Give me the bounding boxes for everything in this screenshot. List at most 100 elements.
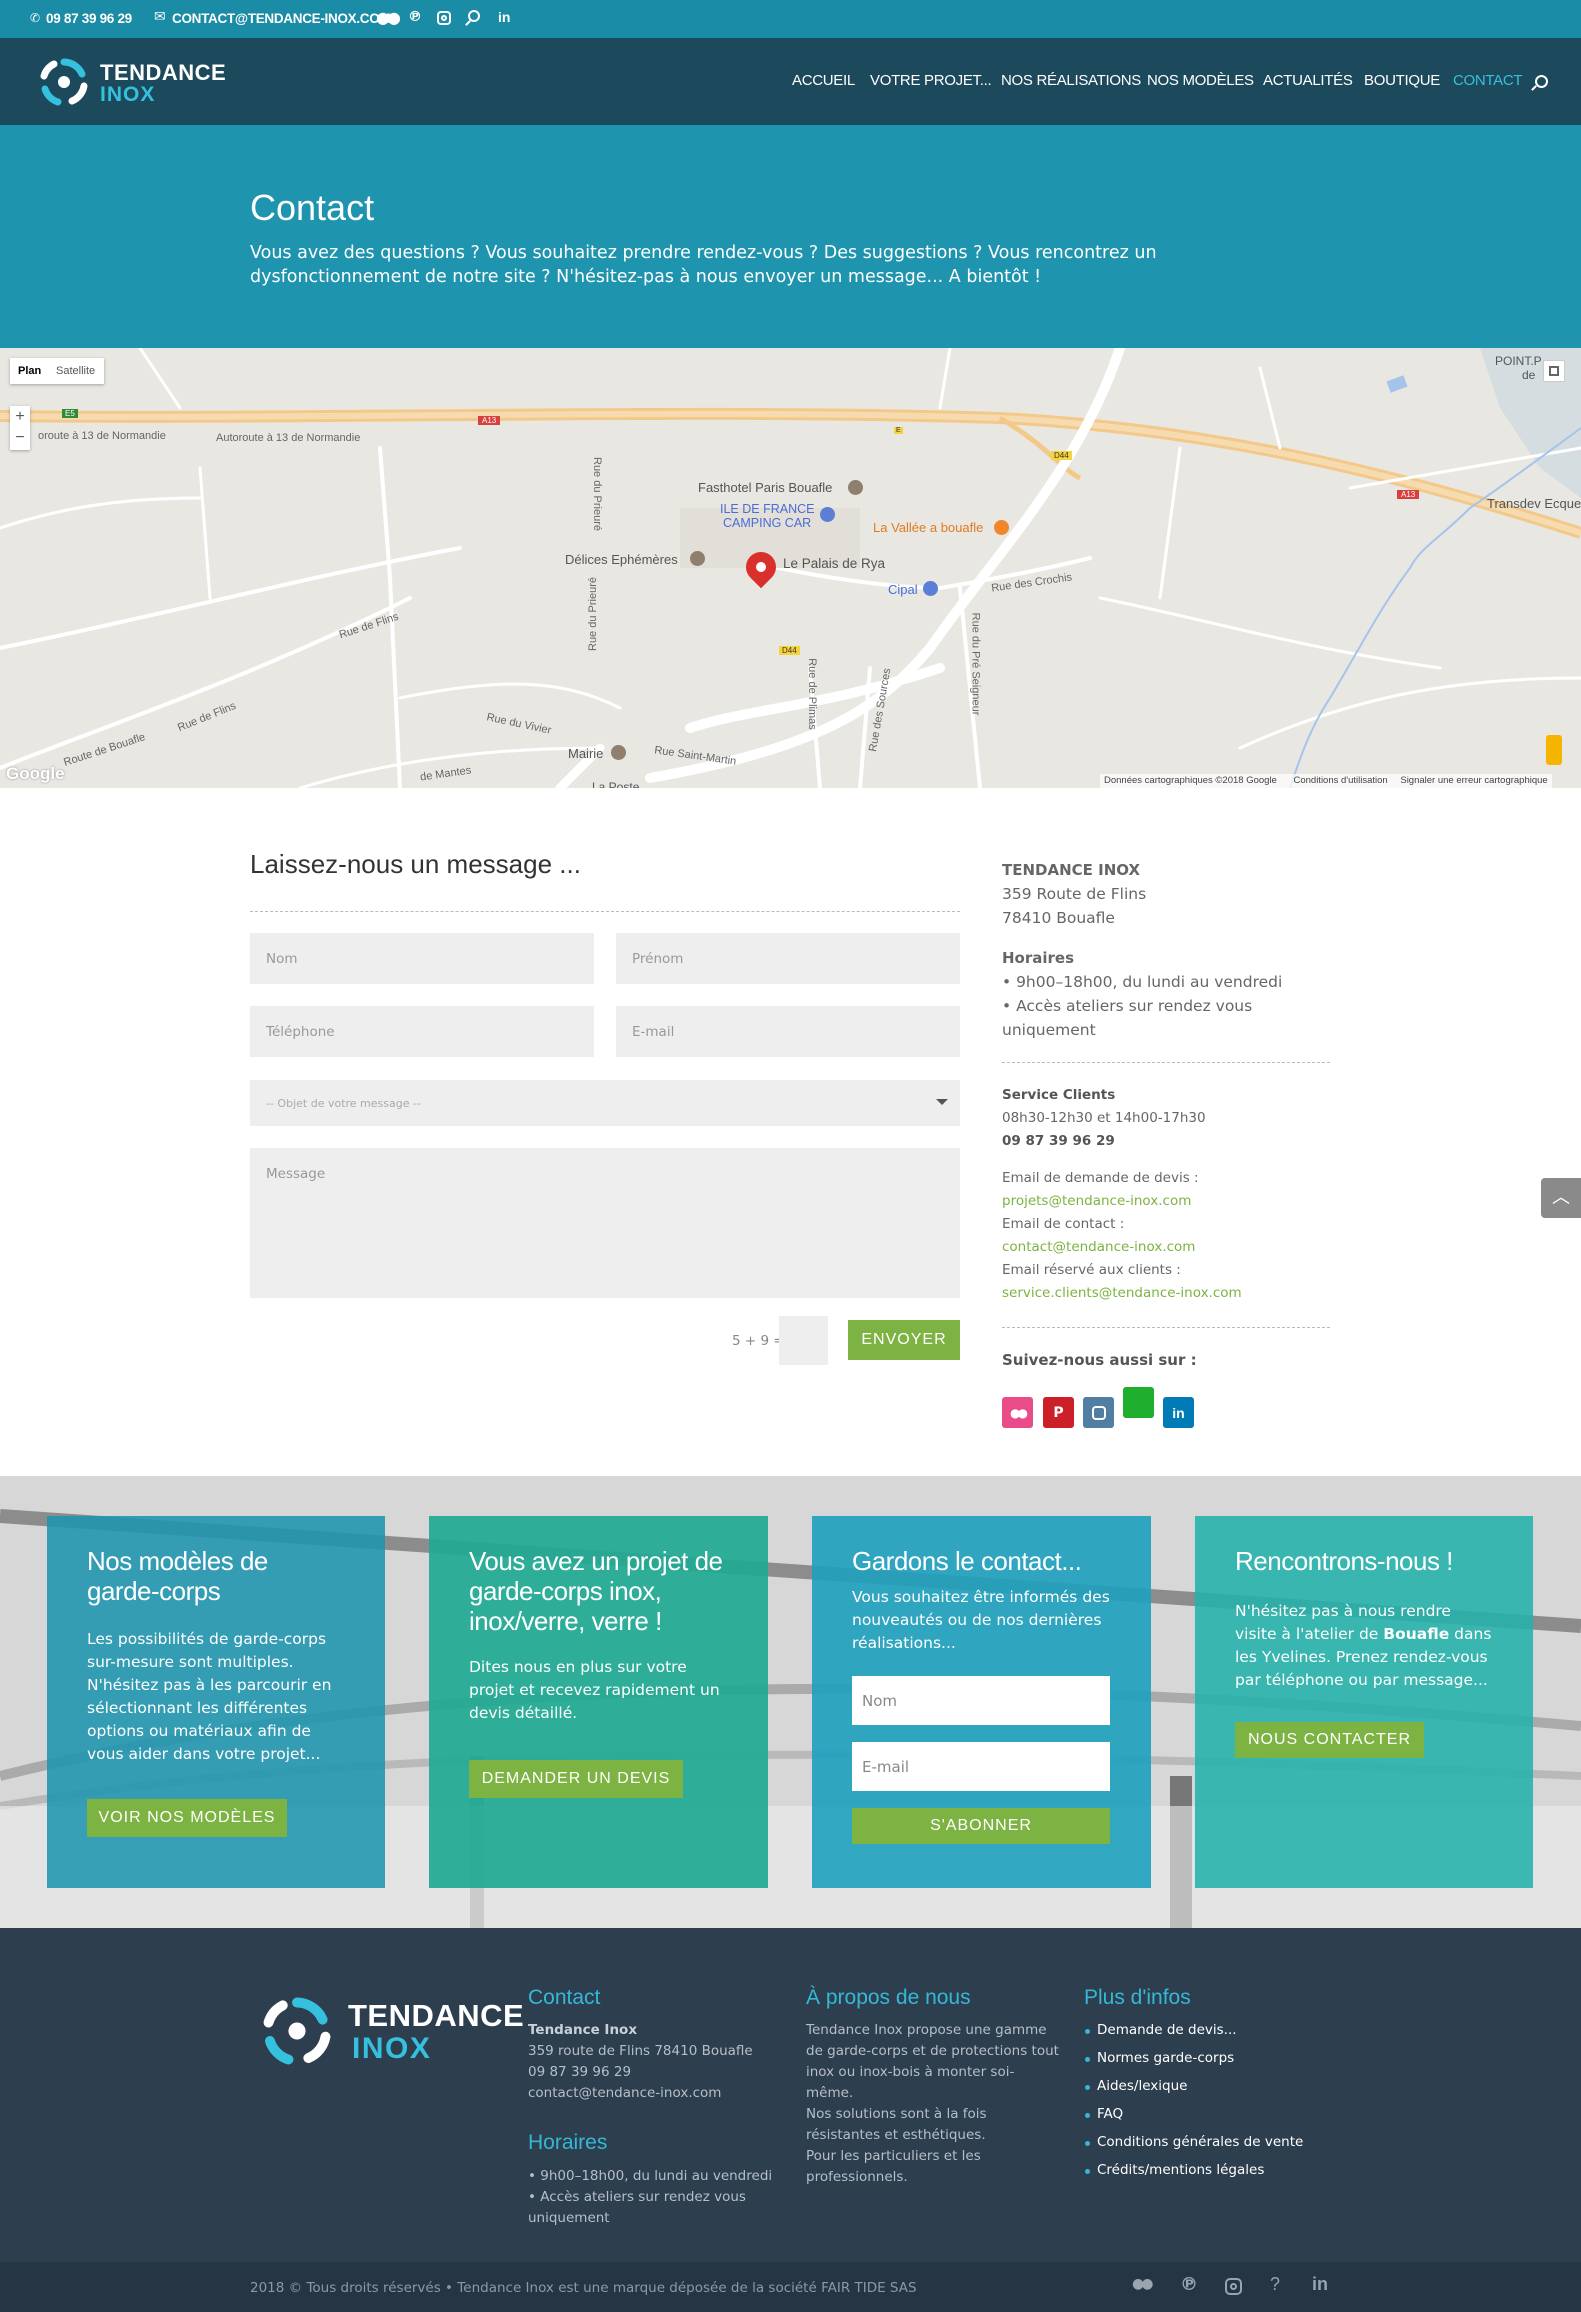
- topbar-email[interactable]: CONTACT@TENDANCE-INOX.COM: [172, 11, 391, 26]
- request-quote-button[interactable]: DEMANDER UN DEVIS: [469, 1760, 683, 1798]
- instagram-icon[interactable]: [437, 11, 451, 25]
- poi-ile-de-france[interactable]: ILE DE FRANCE: [720, 502, 814, 516]
- road-shield: D44: [1051, 451, 1072, 460]
- newsletter-name-input[interactable]: Nom: [852, 1676, 1110, 1725]
- site-logo[interactable]: TENDANCE INOX: [38, 56, 226, 112]
- linkedin-icon[interactable]: in: [498, 9, 510, 25]
- devis-email-link[interactable]: projets@tendance-inox.com: [1002, 1190, 1191, 1213]
- map-report-link[interactable]: Signaler une erreur cartographique: [1400, 775, 1547, 786]
- poi-delices[interactable]: Délices Ephémères: [565, 552, 678, 567]
- subject-select-value: -- Objet de votre message --: [266, 1096, 421, 1110]
- linkedin-icon[interactable]: in: [1312, 2274, 1328, 2295]
- help-icon[interactable]: ?: [1270, 2274, 1280, 2295]
- bottom-bar: 2018 © Tous droits réservés • Tendance I…: [0, 2262, 1581, 2312]
- contact-email-link[interactable]: contact@tendance-inox.com: [1002, 1236, 1195, 1259]
- cta-section: Nos modèles de garde-corps Les possibili…: [0, 1476, 1581, 1928]
- view-models-button[interactable]: VOIR NOS MODÈLES: [87, 1799, 287, 1837]
- footer-link-credits[interactable]: Crédits/mentions légales: [1084, 2162, 1264, 2178]
- poi-camping-car: CAMPING CAR: [723, 516, 812, 530]
- pinterest-icon[interactable]: ℗: [408, 9, 422, 25]
- nav-nos-realisations[interactable]: NOS RÉALISATIONS: [1001, 72, 1141, 89]
- poi-palais-de-rya[interactable]: Le Palais de Rya: [783, 556, 885, 571]
- road-shield: A13: [478, 416, 501, 425]
- street-view-pegman-icon[interactable]: [1546, 735, 1562, 765]
- google-logo[interactable]: Google: [6, 764, 65, 784]
- map-type-plan[interactable]: Plan: [18, 365, 41, 377]
- form-title: Laissez-nous un message ...: [250, 849, 581, 879]
- footer-link-faq[interactable]: FAQ: [1084, 2106, 1123, 2122]
- footer-logo-tendance: TENDANCE: [348, 1998, 525, 2033]
- contact-us-button[interactable]: NOUS CONTACTER: [1235, 1722, 1424, 1758]
- nav-votre-projet[interactable]: VOTRE PROJET...: [870, 72, 992, 89]
- nav-nos-modeles[interactable]: NOS MODÈLES: [1147, 72, 1254, 89]
- map-zoom-in[interactable]: +: [10, 406, 30, 428]
- nav-actualites[interactable]: ACTUALITÉS: [1263, 72, 1353, 89]
- footer-link-devis[interactable]: Demande de devis...: [1085, 2022, 1237, 2038]
- copyright-text: 2018 © Tous droits réservés • Tendance I…: [250, 2280, 917, 2296]
- poi-vallee[interactable]: La Vallée a bouafle: [873, 520, 983, 535]
- footer-hours-line: • Accès ateliers sur rendez vous: [528, 2189, 746, 2205]
- map-data-credit: Données cartographiques ©2018 Google: [1104, 775, 1277, 786]
- footer-link-cgv[interactable]: Conditions générales de vente: [1084, 2134, 1303, 2150]
- hours-line: • Accès ateliers sur rendez vous: [1002, 997, 1253, 1015]
- site-header: TENDANCE INOX ACCUEIL VOTRE PROJET... NO…: [0, 38, 1581, 125]
- company-name: TENDANCE INOX: [1002, 861, 1141, 879]
- map-terms-link[interactable]: Conditions d'utilisation: [1293, 775, 1387, 786]
- footer-link-aides[interactable]: Aides/lexique: [1084, 2078, 1187, 2094]
- follow-title: Suivez-nous aussi sur :: [1002, 1351, 1197, 1369]
- search-icon[interactable]: [465, 10, 480, 26]
- subscribe-button[interactable]: S'ABONNER: [852, 1808, 1110, 1844]
- topbar-phone[interactable]: 09 87 39 96 29: [46, 11, 132, 26]
- footer-contact-email[interactable]: contact@tendance-inox.com: [528, 2083, 721, 2104]
- nav-contact[interactable]: CONTACT: [1453, 72, 1523, 89]
- road-shield: D44: [779, 646, 800, 655]
- poi-mairie[interactable]: Mairie: [568, 746, 603, 761]
- pinterest-icon[interactable]: ℗: [1180, 2274, 1198, 2295]
- service-hours: 08h30-12h30 et 14h00-17h30: [1002, 1110, 1206, 1126]
- fullscreen-icon[interactable]: [1543, 360, 1565, 382]
- project-card-title: Vous avez un projet de garde-corps inox,…: [469, 1546, 723, 1636]
- road-shield: E5: [62, 409, 78, 418]
- linkedin-icon[interactable]: in: [1163, 1397, 1194, 1428]
- flickr-icon[interactable]: ●●: [1132, 2276, 1154, 2292]
- social-icon[interactable]: [1123, 1387, 1154, 1418]
- map-type-satellite[interactable]: Satellite: [56, 365, 95, 377]
- poi-transdev[interactable]: Transdev Ecque: [1487, 496, 1581, 511]
- scroll-to-top-button[interactable]: ︿: [1541, 1178, 1581, 1218]
- google-map[interactable]: Plan Satellite + − A13 A13 E5 D44 D44 E …: [0, 348, 1581, 788]
- pinterest-icon[interactable]: P: [1043, 1397, 1074, 1428]
- company-address-2: 78410 Bouafle: [1002, 909, 1115, 927]
- nav-boutique[interactable]: BOUTIQUE: [1364, 72, 1440, 89]
- send-button[interactable]: ENVOYER: [848, 1320, 960, 1360]
- instagram-icon[interactable]: [1083, 1397, 1114, 1428]
- hours-line: • 9h00–18h00, du lundi au vendredi: [1002, 973, 1283, 991]
- newsletter-email-input[interactable]: E-mail: [852, 1742, 1110, 1791]
- flickr-icon[interactable]: ●●: [1002, 1397, 1033, 1428]
- map-zoom-out[interactable]: −: [10, 428, 30, 450]
- nav-accueil[interactable]: ACCUEIL: [792, 72, 855, 89]
- models-card: Nos modèles de garde-corps Les possibili…: [47, 1516, 385, 1888]
- phone-field[interactable]: Téléphone: [250, 1006, 594, 1057]
- flickr-icon[interactable]: ●●: [376, 8, 401, 27]
- road-label: Rue de Plimas: [805, 658, 818, 730]
- captcha-input[interactable]: [779, 1316, 828, 1365]
- divider: [250, 911, 960, 912]
- header-search-icon[interactable]: [1531, 75, 1548, 91]
- clients-email-link[interactable]: service.clients@tendance-inox.com: [1002, 1282, 1242, 1305]
- top-bar: ✆ 09 87 39 96 29 ✉ CONTACT@TENDANCE-INOX…: [0, 0, 1581, 38]
- road-label: Rue du Prieuré: [587, 577, 599, 651]
- message-field[interactable]: Message: [250, 1148, 960, 1298]
- name-field[interactable]: Nom: [250, 933, 594, 984]
- footer-link-normes[interactable]: Normes garde-corps: [1084, 2050, 1234, 2066]
- map-zoom-control: + −: [10, 406, 30, 450]
- poi-point-p[interactable]: POINT.P: [1495, 354, 1542, 368]
- instagram-icon[interactable]: [1225, 2278, 1242, 2295]
- email-field[interactable]: E-mail: [616, 1006, 960, 1057]
- footer-logo[interactable]: TENDANCE INOX: [260, 1994, 524, 2072]
- poi-fasthotel[interactable]: Fasthotel Paris Bouafle: [698, 480, 832, 495]
- subject-select[interactable]: -- Objet de votre message --: [250, 1080, 960, 1126]
- poi-cipal[interactable]: Cipal: [888, 582, 918, 597]
- firstname-field[interactable]: Prénom: [616, 933, 960, 984]
- restaurant-icon: [994, 520, 1009, 535]
- footer-hours-title: Horaires: [528, 2131, 608, 2154]
